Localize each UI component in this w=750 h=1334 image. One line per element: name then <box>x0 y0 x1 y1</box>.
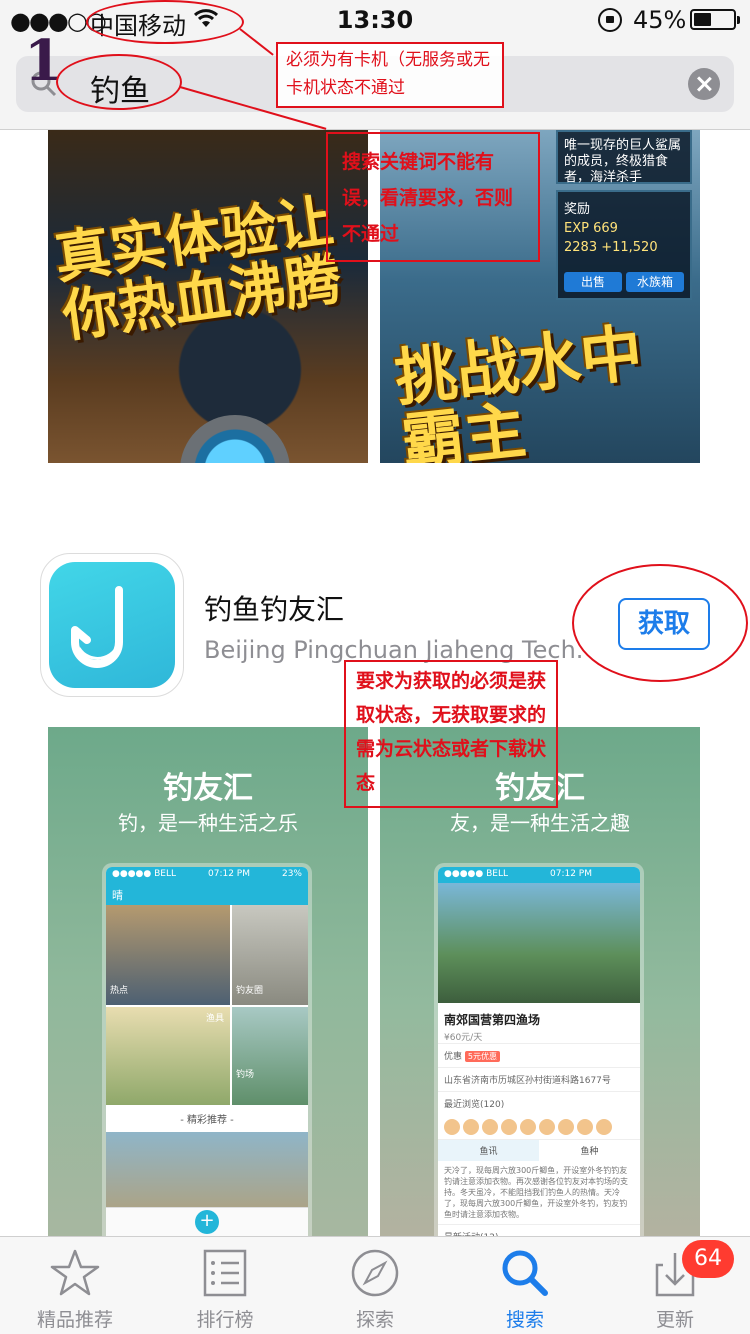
place-name: 南郊国营第四渔场 <box>444 1013 541 1027</box>
promo-subtitle-right: 友，是一种生活之趣 <box>450 811 630 835</box>
tab-news: 鱼讯 <box>438 1140 539 1161</box>
tab-featured[interactable]: 精品推荐 <box>0 1237 150 1334</box>
annotation-note-keyword: 搜索关键词不能有误，看清要求，否则不通过 <box>326 132 540 262</box>
tab-charts[interactable]: 排行榜 <box>150 1237 300 1334</box>
reward-panel: 奖励 EXP 669 2283 +11,520 出售 水族箱 <box>556 190 692 300</box>
mock-time: 07:12 PM <box>550 869 592 879</box>
list-icon <box>197 1245 253 1301</box>
recommend-heading: - 精彩推荐 - <box>180 1115 234 1126</box>
porthole-graphic <box>180 415 290 463</box>
battery-percentage: 45% <box>633 6 687 34</box>
app-icon[interactable] <box>40 553 184 697</box>
place-price: ¥60元/天 <box>444 1033 483 1043</box>
tile-hot: 热点 <box>106 905 230 1005</box>
search-icon <box>497 1245 553 1301</box>
star-icon <box>47 1245 103 1301</box>
annotation-oval-get <box>572 564 748 682</box>
mock-tabbar: + <box>106 1207 308 1237</box>
coins-value: 2283 +11,520 <box>564 240 658 255</box>
game-slogan-right: 挑战水中霸主 <box>391 316 646 463</box>
tab-search[interactable]: 搜索 <box>450 1237 600 1334</box>
phone-mockup-detail: ●●●●● BELL 07:12 PM 南郊国营第四渔场 ¥60元/天 优惠 5… <box>438 867 640 1237</box>
mock-carrier: ●●●●● BELL <box>444 869 509 879</box>
exp-value: EXP 669 <box>564 221 618 236</box>
annotation-note-card: 必须为有卡机（无服务或无卡机状态不通过 <box>276 42 504 108</box>
updates-badge: 64 <box>682 1240 734 1278</box>
reward-label: 奖励 <box>564 202 591 217</box>
address: 山东省济南市历城区孙村街道科路1677号 <box>438 1067 640 1091</box>
fish-info-panel: 唯一现存的巨人鲨属的成员，终极猎食者，海洋杀手 <box>556 130 692 185</box>
tab-search-label: 搜索 <box>505 1309 544 1331</box>
sell-button: 出售 <box>564 272 622 292</box>
discount-label: 优惠 <box>444 1052 463 1062</box>
add-icon: + <box>195 1210 219 1234</box>
tab-species: 鱼种 <box>580 1147 599 1157</box>
recent-visits: 最近浏览(120) <box>438 1091 640 1115</box>
tile-gear: 渔具 <box>106 1007 230 1105</box>
rotation-lock-icon <box>598 8 622 32</box>
promo-title-left: 钓友汇 <box>163 771 253 806</box>
aquarium-button: 水族箱 <box>626 272 684 292</box>
battery-level <box>694 13 711 26</box>
promo-subtitle-left: 钓，是一种生活之乐 <box>118 811 298 835</box>
clear-search-button[interactable] <box>688 68 720 100</box>
place-photo <box>438 883 640 1003</box>
app-name[interactable]: 钓鱼钓友汇 <box>204 588 344 628</box>
tile-friends: 钓友圈 <box>232 905 308 1005</box>
tab-bar: 精品推荐 排行榜 探索 搜索 更新 <box>0 1236 750 1334</box>
annotation-note-get: 要求为获取的必须是获取状态，无获取要求的需为云状态或者下载状态 <box>344 660 558 808</box>
tile-spot: 钓场 <box>232 1007 308 1105</box>
tab-explore-label: 探索 <box>355 1309 394 1331</box>
tab-charts-label: 排行榜 <box>196 1309 254 1331</box>
tab-featured-label: 精品推荐 <box>36 1309 113 1331</box>
mock-carrier: ●●●●● BELL <box>112 869 177 879</box>
mock-battery: 23% <box>281 869 302 879</box>
tab-explore[interactable]: 探索 <box>300 1237 450 1334</box>
place-description: 天冷了，现每周六放300斤鲫鱼，开设室外冬钓钓友钓请注意添加衣物。再次感谢各位钓… <box>444 1166 628 1219</box>
mock-time: 07:12 PM <box>208 869 250 879</box>
discount-badge: 5元优惠 <box>464 1051 500 1062</box>
discount-row: 优惠 5元优惠 <box>438 1043 640 1067</box>
screenshot-app-1[interactable]: 钓友汇 钓，是一种生活之乐 ●●●●● BELL 07:12 PM 23% 晴 … <box>48 727 368 1237</box>
screenshot-game-1[interactable]: 真实体验让你热血沸腾 <box>48 130 368 463</box>
visitor-avatars <box>438 1115 640 1139</box>
fishhook-logo-icon <box>49 562 175 688</box>
annotation-oval-search <box>56 54 182 110</box>
annotation-oval-carrier <box>86 0 244 44</box>
mock-weather: 晴 <box>106 883 308 905</box>
phone-mockup-home: ●●●●● BELL 07:12 PM 23% 晴 热点 钓友圈 渔具 钓场 -… <box>106 867 308 1237</box>
tab-updates-label: 更新 <box>655 1309 694 1331</box>
compass-icon <box>347 1245 403 1301</box>
battery-icon <box>690 9 740 30</box>
game-slogan-left: 真实体验让你热血沸腾 <box>50 188 346 351</box>
